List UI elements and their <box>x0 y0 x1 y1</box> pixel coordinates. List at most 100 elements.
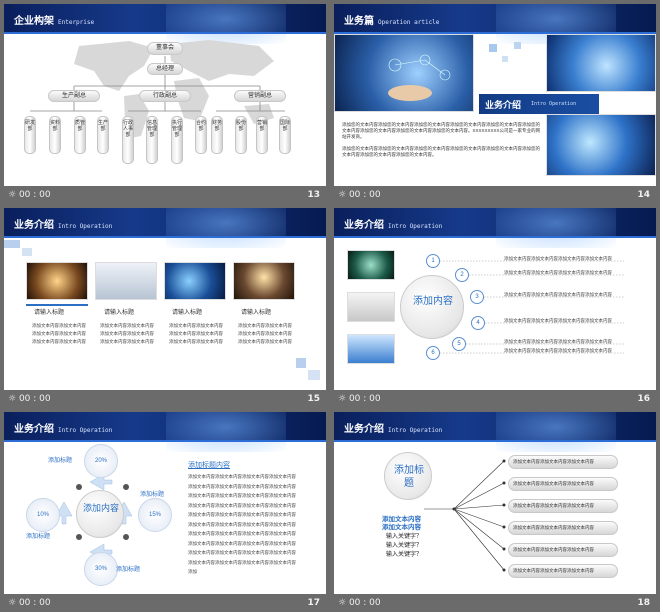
slide-footer: ☼ 00 : 00 18 <box>334 594 656 612</box>
dept-box: 资料部 <box>49 116 61 154</box>
business-photo <box>546 114 656 176</box>
text-pill: 添加文本内容添加文本内容添加文本内容 <box>508 543 618 557</box>
pct-circle: 20% <box>84 444 118 478</box>
radial-connector-lines <box>437 260 624 354</box>
left-keyword: 输入关键字？ <box>386 534 423 540</box>
slide-header: 业务篇 Operation article <box>334 4 656 44</box>
line-text: 添加文本内容添加文本内容添加文本内容添加文本内容 <box>504 339 612 344</box>
slide-canvas: 业务篇 Operation article 业务介绍 Intro Operatio… <box>334 4 656 186</box>
item-text: 添加文本内容添加文本内容添加文本内容添加文本内容添加文本内容添加文本内容 <box>169 323 223 344</box>
org-node-vp-admin: 行政副总 <box>139 90 191 102</box>
right-title: 添加标题内容 <box>188 462 230 469</box>
slide-number: 13 <box>307 190 320 200</box>
left-keyword: 输入关键字？ <box>386 552 423 558</box>
dept-box: 生产部 <box>97 116 109 154</box>
slide-thumb-14[interactable]: 业务篇 Operation article 业务介绍 Intro Operatio… <box>334 4 656 204</box>
org-node-vp-production: 生产副总 <box>48 90 100 102</box>
slide-canvas: 业务介绍 Intro Operation 添加内容 1 2 3 4 5 6 添加文… <box>334 208 656 390</box>
step-node: 6 <box>426 346 440 360</box>
slide-number: 14 <box>637 190 650 200</box>
dept-box: 信息管理部 <box>146 116 158 164</box>
slide-number: 17 <box>307 598 320 608</box>
center-circle: 添加内容 <box>400 275 464 339</box>
org-node-vp-marketing: 营销副总 <box>234 90 286 102</box>
item-title: 请输入标题 <box>241 310 272 316</box>
org-node-board: 董事会 <box>147 42 183 55</box>
slide-footer: ☼ 00 : 00 14 <box>334 186 656 204</box>
slide-timer: ☼ 00 : 00 <box>338 190 381 200</box>
step-node: 5 <box>452 337 466 351</box>
dept-box: 财务部 <box>211 116 223 154</box>
text-pill: 添加文本内容添加文本内容添加文本内容 <box>508 477 618 491</box>
center-circle: 添加标题 <box>384 452 432 500</box>
slide-footer: ☼ 00 : 00 15 <box>4 390 326 408</box>
text-pill: 添加文本内容添加文本内容添加文本内容 <box>508 455 618 469</box>
slide-canvas: 业务介绍 Intro Operation 请输入标题 请输入标题 请输入标题 请输… <box>4 208 326 390</box>
slide-canvas: 业务介绍 Intro Operation 添加标题 添加文本内容添加文本内容添加文… <box>334 412 656 594</box>
line-text: 添加文本内容添加文本内容添加文本内容添加文本内容 <box>504 270 612 275</box>
line-text: 添加文本内容添加文本内容添加文本内容添加文本内容 <box>504 348 612 353</box>
left-blue-line: 添加文本内容 <box>382 524 421 531</box>
slide-timer: ☼ 00 : 00 <box>338 394 381 404</box>
body-paragraph-2: 添加您的文本内容添加您的文本内容添加您的文本内容添加您的文本内容添加您的文本内容… <box>342 146 540 157</box>
slide-timer: ☼ 00 : 00 <box>8 394 51 404</box>
line-text: 添加文本内容添加文本内容添加文本内容添加文本内容 <box>504 292 612 297</box>
step-node: 4 <box>471 316 485 330</box>
right-text-block: 添加文本内容添加文本内容添加文本内容添加文本内容 添加文本内容添加文本内容添加文… <box>188 474 296 574</box>
slide-thumb-15[interactable]: 业务介绍 Intro Operation 请输入标题 请输入标题 请输入标题 请输… <box>4 208 326 408</box>
node-label: 添加标题 <box>140 492 165 498</box>
slide-thumbnail-grid: 企业构架 Enterprise 董事会 总经理 生产副总 行政副总 营销副总 研… <box>0 0 660 612</box>
slide-thumb-16[interactable]: 业务介绍 Intro Operation 添加内容 1 2 3 4 5 6 添加文… <box>334 208 656 408</box>
dept-box: 合约部 <box>195 116 207 154</box>
pct-circle: 30% <box>84 552 118 586</box>
text-pill: 添加文本内容添加文本内容添加文本内容 <box>508 564 618 578</box>
dept-box: 执行管理部 <box>171 116 183 164</box>
left-blue-line: 添加文本内容 <box>382 516 421 523</box>
pct-circle: 15% <box>138 498 172 532</box>
touchscreen-photo <box>334 34 474 112</box>
step-node: 1 <box>426 254 440 268</box>
slide-number: 16 <box>637 394 650 404</box>
business-photo-2 <box>95 262 157 300</box>
slide-footer: ☼ 00 : 00 17 <box>4 594 326 612</box>
item-text: 添加文本内容添加文本内容添加文本内容添加文本内容添加文本内容添加文本内容 <box>32 323 86 344</box>
dept-box: 研发部 <box>24 116 36 154</box>
line-text: 添加文本内容添加文本内容添加文本内容添加文本内容 <box>504 318 612 323</box>
slide-number: 15 <box>307 394 320 404</box>
business-photo-4 <box>233 262 295 300</box>
slide-footer: ☼ 00 : 00 13 <box>4 186 326 204</box>
dept-box: 股份部 <box>235 116 247 154</box>
dept-box: 质管部 <box>74 116 86 154</box>
item-title: 请输入标题 <box>34 310 65 316</box>
center-circle: 添加内容 <box>76 490 124 538</box>
globe-photo <box>546 34 656 92</box>
slide-thumb-18[interactable]: 业务介绍 Intro Operation 添加标题 添加文本内容添加文本内容添加文… <box>334 412 656 612</box>
item-title: 请输入标题 <box>172 310 203 316</box>
item-text: 添加文本内容添加文本内容添加文本内容添加文本内容添加文本内容添加文本内容 <box>238 323 292 344</box>
business-photo-1 <box>26 262 88 300</box>
slide-timer: ☼ 00 : 00 <box>8 598 51 608</box>
text-pill: 添加文本内容添加文本内容添加文本内容 <box>508 499 618 513</box>
org-node-gm: 总经理 <box>147 63 183 75</box>
slide-canvas: 业务介绍 Intro Operation 添加内容 20% 15% 30% 10%… <box>4 412 326 594</box>
slide-thumb-17[interactable]: 业务介绍 Intro Operation 添加内容 20% 15% 30% 10%… <box>4 412 326 612</box>
slide-thumb-13[interactable]: 企业构架 Enterprise 董事会 总经理 生产副总 行政副总 营销副总 研… <box>4 4 326 204</box>
text-pill: 添加文本内容添加文本内容添加文本内容 <box>508 521 618 535</box>
node-label: 添加标题 <box>116 567 141 573</box>
slide-timer: ☼ 00 : 00 <box>8 190 51 200</box>
slide-canvas: 企业构架 Enterprise 董事会 总经理 生产副总 行政副总 营销副总 研… <box>4 4 326 186</box>
section-banner: 业务介绍 Intro Operation <box>479 94 599 114</box>
dept-box: 营销部 <box>256 116 268 154</box>
node-label: 添加标题 <box>48 458 73 464</box>
dept-box: 国际部 <box>279 116 291 154</box>
slide-header: 业务介绍 Intro Operation <box>4 208 326 248</box>
item-title: 请输入标题 <box>104 310 135 316</box>
node-label: 添加标题 <box>26 534 51 540</box>
slide-number: 18 <box>637 598 650 608</box>
slide-footer: ☼ 00 : 00 16 <box>334 390 656 408</box>
slide-title: 业务介绍 Intro Operation <box>14 220 113 231</box>
pct-circle: 10% <box>26 498 60 532</box>
slide-title: 业务篇 Operation article <box>344 16 440 27</box>
slide-timer: ☼ 00 : 00 <box>338 598 381 608</box>
line-text: 添加文本内容添加文本内容添加文本内容添加文本内容 <box>504 256 612 261</box>
